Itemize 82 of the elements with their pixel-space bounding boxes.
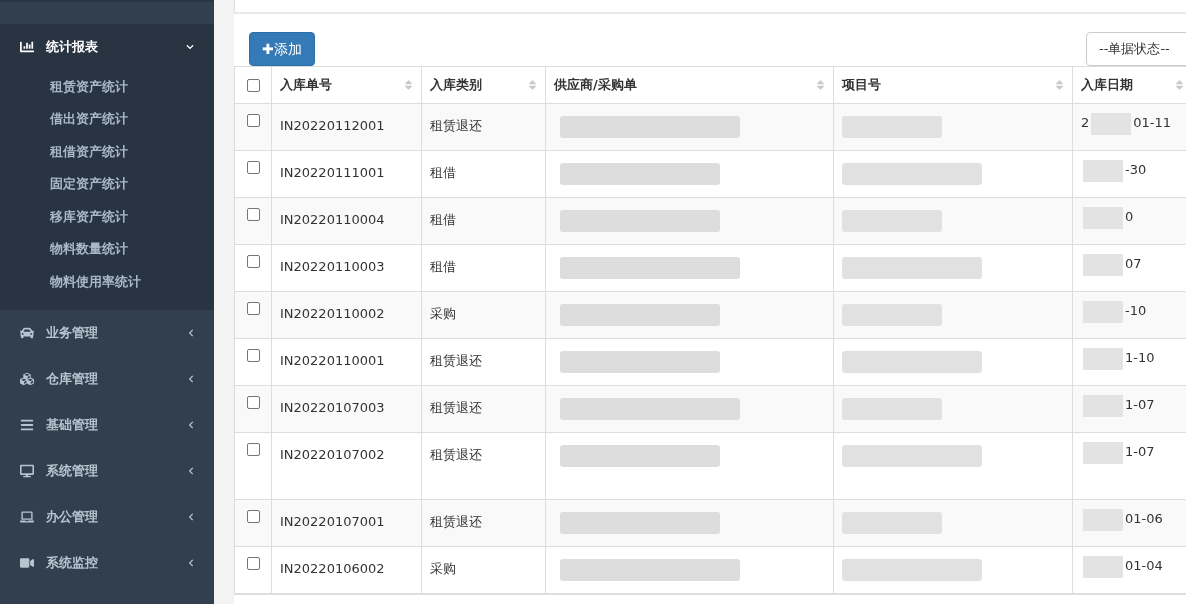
date-fragment: 2 xyxy=(1081,114,1090,132)
table-cell: IN20220111001 xyxy=(280,165,385,180)
car-icon xyxy=(20,325,34,340)
redacted-block xyxy=(1083,348,1123,370)
date-fragment: 01-04 xyxy=(1125,557,1163,575)
checkbox[interactable] xyxy=(246,208,260,221)
table-cell: IN20220110001 xyxy=(280,353,385,368)
chevron-left-icon xyxy=(188,374,194,383)
table-cell: 采购 xyxy=(430,306,456,321)
table-cell: IN20220110003 xyxy=(280,259,385,274)
checkbox[interactable] xyxy=(246,396,260,409)
chevron-left-icon xyxy=(188,466,194,475)
table-cell: 采购 xyxy=(430,561,456,576)
column-header[interactable]: 入库类别 xyxy=(430,75,482,95)
column-header[interactable]: 入库日期 xyxy=(1081,75,1133,95)
table-cell: IN20220107002 xyxy=(280,447,385,462)
table-cell: IN20220112001 xyxy=(280,118,385,133)
sidebar-submenu-item[interactable]: 固定资产统计 xyxy=(0,167,214,200)
table-cell: 租赁退还 xyxy=(430,118,482,133)
checkbox[interactable] xyxy=(246,78,260,92)
table-cell: IN20220107001 xyxy=(280,514,385,529)
chevron-left-icon xyxy=(188,512,194,521)
table-cell: IN20220110004 xyxy=(280,212,385,227)
menu-icon xyxy=(20,417,34,432)
sidebar-submenu-item[interactable]: 租借资产统计 xyxy=(0,135,214,168)
sidebar-menu-item[interactable]: 业务管理 xyxy=(0,309,214,356)
table-cell: 租赁退还 xyxy=(430,353,482,368)
checkbox[interactable] xyxy=(246,255,260,268)
sidebar-submenu-item[interactable]: 移库资产统计 xyxy=(0,200,214,233)
monitor-icon xyxy=(20,463,34,478)
sidebar-menu-item[interactable]: 基础管理 xyxy=(0,401,214,448)
checkbox[interactable] xyxy=(246,443,260,456)
chevron-left-icon xyxy=(188,420,194,429)
sidebar-menu-item[interactable]: 系统管理 xyxy=(0,447,214,494)
sidebar-submenu-item[interactable]: 物料数量统计 xyxy=(0,232,214,265)
table-cell: 租借 xyxy=(430,165,456,180)
sidebar-submenu-item[interactable]: 借出资产统计 xyxy=(0,102,214,135)
table-cell: 租借 xyxy=(430,259,456,274)
date-fragment: 0 xyxy=(1125,208,1134,226)
date-fragment: -10 xyxy=(1125,302,1147,320)
table-cell: 租借 xyxy=(430,212,456,227)
checkbox[interactable] xyxy=(246,510,260,523)
chevron-down-icon xyxy=(186,43,194,51)
status-select[interactable]: --单据状态-- xyxy=(1086,32,1186,66)
redacted-block xyxy=(1083,556,1123,578)
chevron-left-icon xyxy=(188,328,194,337)
date-fragment: 01-11 xyxy=(1133,114,1172,132)
table-cell: 租赁退还 xyxy=(430,447,482,462)
add-button[interactable]: ✚添加 xyxy=(249,32,315,66)
table-cell: 租赁退还 xyxy=(430,400,482,415)
table-cell: IN20220110002 xyxy=(280,306,385,321)
chevron-left-icon xyxy=(188,558,194,567)
checkbox[interactable] xyxy=(246,161,260,174)
date-fragment: 07 xyxy=(1125,255,1142,273)
checkbox[interactable] xyxy=(246,557,260,570)
table-cell: IN20220106002 xyxy=(280,561,385,576)
date-fragment: 01-06 xyxy=(1125,510,1163,528)
sidebar-submenu-item[interactable]: 物料使用率统计 xyxy=(0,265,214,298)
date-fragment: 1-07 xyxy=(1125,443,1155,461)
cubes-icon xyxy=(20,371,34,386)
column-header[interactable]: 入库单号 xyxy=(280,75,332,95)
redacted-block xyxy=(1083,160,1123,182)
table-cell: 租赁退还 xyxy=(430,514,482,529)
redacted-block xyxy=(1083,254,1123,276)
checkbox[interactable] xyxy=(246,114,260,127)
sidebar-menu-item[interactable]: 仓库管理 xyxy=(0,355,214,402)
date-fragment: -30 xyxy=(1125,161,1147,179)
column-header[interactable]: 供应商/采购单 xyxy=(554,75,637,95)
checkbox[interactable] xyxy=(246,349,260,362)
sidebar-submenu-item[interactable]: 租赁资产统计 xyxy=(0,70,214,103)
sidebar-menu-item[interactable]: 统计报表 xyxy=(0,24,214,70)
table-cell: IN20220107003 xyxy=(280,400,385,415)
date-fragment: 1-10 xyxy=(1125,349,1155,367)
laptop-icon xyxy=(20,509,34,524)
bar-chart-icon xyxy=(20,40,34,54)
date-fragment: 1-07 xyxy=(1125,396,1155,414)
checkbox[interactable] xyxy=(246,302,260,315)
sidebar-menu-item[interactable]: 办公管理 xyxy=(0,493,214,540)
sidebar-menu-item[interactable]: 系统监控 xyxy=(0,539,214,586)
column-header[interactable]: 项目号 xyxy=(842,75,881,95)
redacted-block xyxy=(1083,442,1123,464)
video-camera-icon xyxy=(20,555,34,570)
